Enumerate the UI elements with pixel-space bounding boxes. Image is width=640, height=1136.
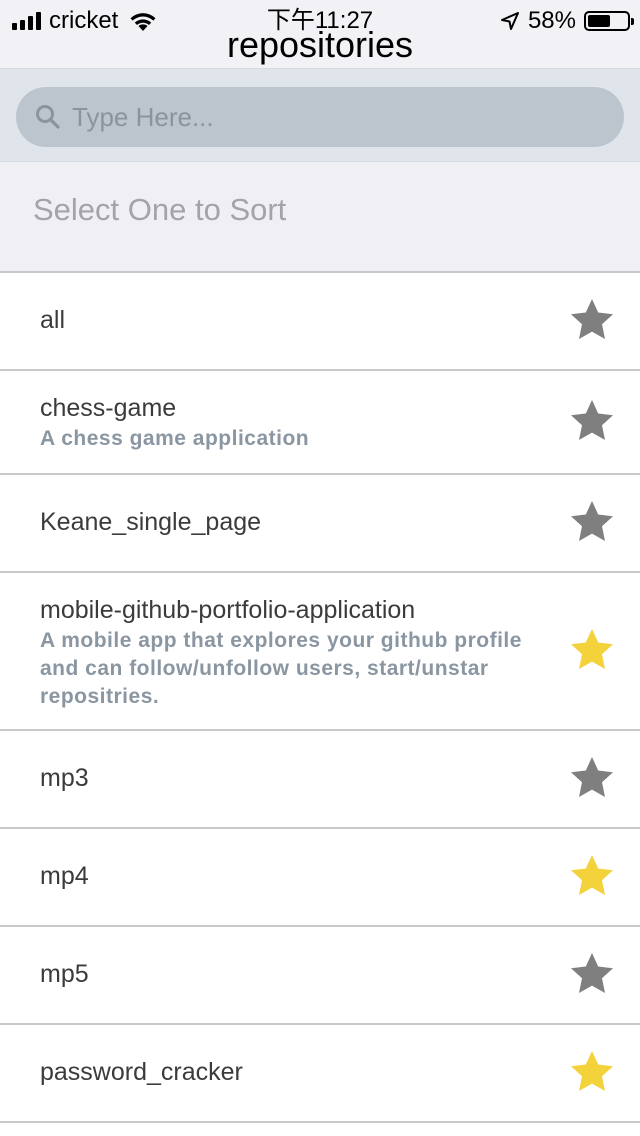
repository-name: password_cracker: [40, 1058, 243, 1086]
repository-name: mp3: [40, 764, 89, 792]
search-bar: [0, 68, 640, 162]
search-icon: [36, 105, 60, 129]
page-title: repositories: [226, 24, 414, 65]
star-icon[interactable]: [568, 754, 616, 802]
repository-text: mobile-github-portfolio-application A mob…: [40, 593, 550, 711]
repository-description: A chess game application: [40, 427, 310, 450]
repository-text: mp3: [40, 761, 550, 795]
repository-list: all chess-game A chess game application Kea…: [0, 273, 640, 1123]
sort-label: Select One to Sort: [33, 192, 287, 227]
repository-row[interactable]: password_cracker: [0, 1025, 640, 1123]
star-icon[interactable]: [568, 950, 616, 998]
star-icon[interactable]: [568, 498, 616, 546]
search-field[interactable]: [16, 87, 624, 147]
repository-row[interactable]: chess-game A chess game application: [0, 371, 640, 475]
repository-text: mp5: [40, 957, 550, 991]
repository-name: mp4: [40, 862, 89, 890]
repository-row[interactable]: Keane_single_page: [0, 475, 640, 573]
repository-text: mp4: [40, 859, 550, 893]
repository-name: mp5: [40, 960, 89, 988]
repository-row[interactable]: mp3: [0, 731, 640, 829]
star-filled-icon[interactable]: [568, 852, 616, 900]
repository-row[interactable]: mobile-github-portfolio-application A mob…: [0, 573, 640, 731]
repository-text: chess-game A chess game application: [40, 391, 550, 453]
star-icon[interactable]: [568, 296, 616, 344]
repository-row[interactable]: mp4: [0, 829, 640, 927]
repository-text: password_cracker: [40, 1055, 550, 1089]
repository-name: chess-game: [40, 394, 177, 422]
search-input[interactable]: [70, 100, 624, 134]
star-filled-icon[interactable]: [568, 1048, 616, 1096]
repository-text: Keane_single_page: [40, 505, 550, 539]
repository-text: all: [40, 303, 550, 337]
repository-name: Keane_single_page: [40, 508, 262, 536]
star-filled-icon[interactable]: [568, 626, 616, 674]
repository-row[interactable]: all: [0, 273, 640, 371]
star-icon[interactable]: [568, 397, 616, 445]
repository-description: A mobile app that explores your github p…: [40, 629, 522, 708]
repository-name: all: [40, 306, 66, 334]
repository-row[interactable]: mp5: [0, 927, 640, 1025]
repository-name: mobile-github-portfolio-application: [40, 596, 416, 624]
sort-header[interactable]: Select One to Sort: [0, 162, 640, 273]
